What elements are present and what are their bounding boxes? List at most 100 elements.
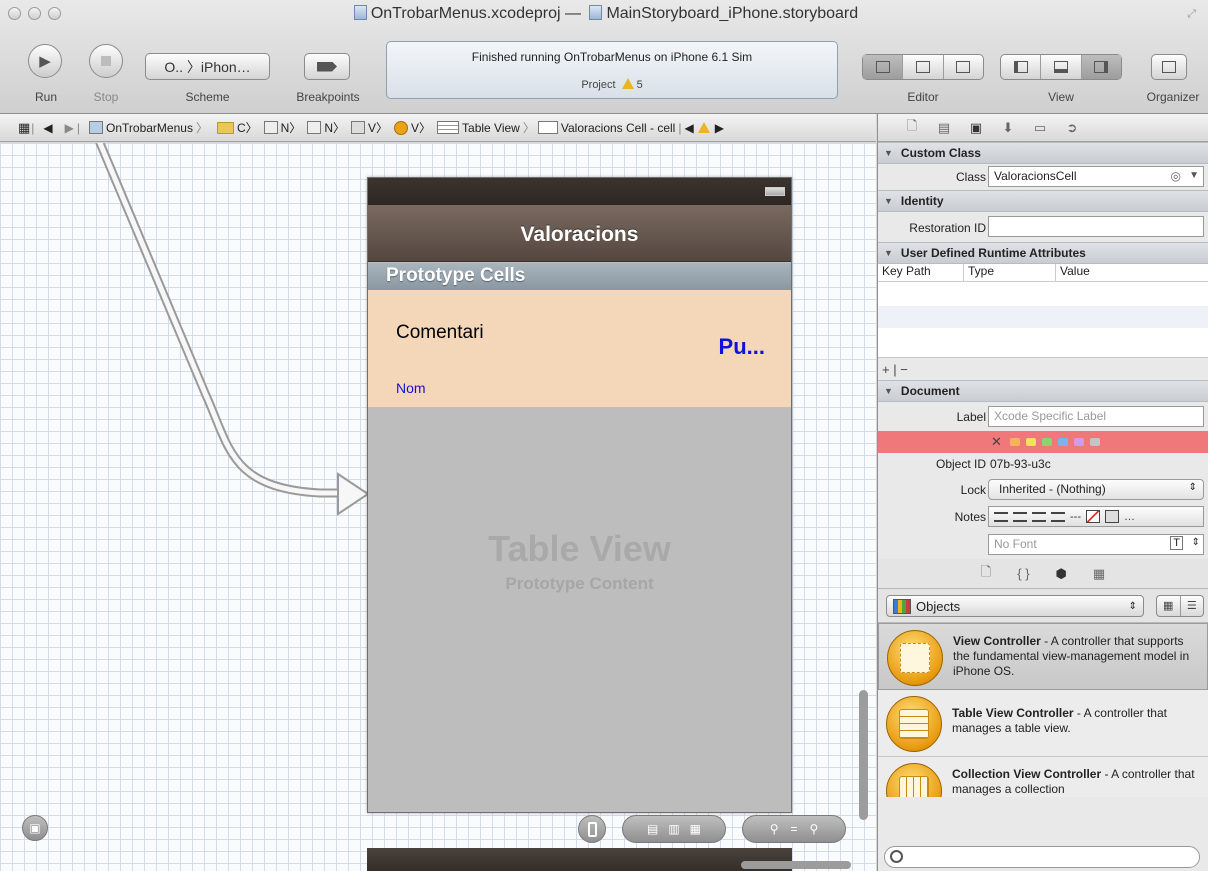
label-color-green[interactable] bbox=[1057, 438, 1068, 446]
library-item-view-controller[interactable]: View Controller - A controller that supp… bbox=[878, 623, 1208, 690]
text-color-icon[interactable] bbox=[1086, 510, 1100, 523]
back-arrow-icon[interactable]: ◀ bbox=[43, 121, 52, 135]
standard-editor-button[interactable] bbox=[863, 55, 904, 79]
align-center-icon[interactable] bbox=[1013, 511, 1027, 522]
table-view-controller-scene[interactable]: Valoracions Prototype Cells Comentari Pu… bbox=[367, 177, 792, 813]
connections-inspector-tab[interactable]: ➲ bbox=[1056, 120, 1088, 136]
lock-popup[interactable]: Inherited - (Nothing) ⇕ bbox=[988, 479, 1204, 500]
fullscreen-icon[interactable]: ⤢ bbox=[1187, 8, 1196, 21]
zoom-in-icon[interactable]: ⚲ bbox=[810, 822, 819, 836]
label-field[interactable]: Xcode Specific Label bbox=[988, 406, 1204, 427]
next-issue-icon[interactable]: ▶ bbox=[715, 121, 724, 135]
navigation-bar[interactable]: Valoracions bbox=[368, 205, 791, 262]
code-snippet-library-tab[interactable]: { } bbox=[1017, 566, 1029, 581]
breakpoints-button[interactable] bbox=[304, 53, 350, 80]
label-color-yellow[interactable] bbox=[1041, 438, 1052, 446]
attributes-inspector-tab[interactable]: ⬇ bbox=[992, 120, 1024, 136]
nom-label[interactable]: Nom bbox=[396, 380, 426, 396]
font-placeholder: No Font bbox=[994, 537, 1037, 551]
previous-issue-icon[interactable]: ◀ bbox=[684, 121, 693, 135]
class-combobox[interactable]: ValoracionsCell ◎ ▼ bbox=[988, 166, 1204, 187]
jumpbar-item-cell[interactable]: Valoracions Cell - cell bbox=[537, 121, 675, 135]
jumpbar-item-table-view[interactable]: Table View 〉 bbox=[437, 119, 538, 136]
font-field[interactable]: No Font T ⇕ bbox=[988, 534, 1204, 555]
issue-warning-icon[interactable] bbox=[697, 122, 710, 133]
jumpbar-item-storyboard[interactable]: N〉 bbox=[263, 119, 301, 136]
jumpbar-item-view-controller[interactable]: V〉 bbox=[394, 119, 431, 136]
zoom-actual-icon[interactable]: = bbox=[790, 822, 797, 836]
assistant-editor-button[interactable] bbox=[903, 55, 944, 79]
label-color-blue[interactable] bbox=[1073, 438, 1084, 446]
col-value[interactable]: Value bbox=[1056, 264, 1208, 281]
organizer-button[interactable] bbox=[1151, 54, 1187, 80]
storyboard-canvas[interactable]: Valoracions Prototype Cells Comentari Pu… bbox=[0, 143, 876, 871]
jumpbar-item-storyboard-2[interactable]: N〉 bbox=[307, 119, 345, 136]
nav-title[interactable]: Valoracions bbox=[521, 223, 639, 246]
scheme-selector[interactable]: O.. 〉iPhon… bbox=[145, 53, 270, 80]
canvas-vertical-scrollbar[interactable] bbox=[859, 690, 868, 820]
stop-button[interactable] bbox=[89, 44, 123, 78]
canvas-horizontal-scrollbar[interactable] bbox=[741, 861, 851, 869]
class-dropdown-icon[interactable]: ▼ bbox=[1189, 170, 1199, 181]
list-view-button[interactable]: ☰ bbox=[1181, 596, 1204, 616]
font-picker-icon[interactable]: T bbox=[1170, 536, 1183, 550]
user-defined-runtime-attributes-header[interactable]: ▼ User Defined Runtime Attributes bbox=[878, 242, 1208, 264]
line-spacing-icon[interactable]: --- bbox=[1070, 511, 1081, 523]
next-scene-top[interactable] bbox=[367, 848, 792, 871]
view-controller-icon bbox=[887, 630, 943, 686]
runtime-attributes-table[interactable]: Key Path Type Value bbox=[878, 264, 1208, 358]
run-button[interactable]: ▶ bbox=[28, 44, 62, 78]
align-right-icon[interactable] bbox=[1032, 511, 1046, 522]
forward-arrow-icon[interactable]: ▶ bbox=[65, 121, 74, 135]
project-issues[interactable]: Project 5 bbox=[387, 78, 837, 91]
no-color-icon[interactable]: ✕ bbox=[991, 434, 1002, 450]
comentari-label[interactable]: Comentari bbox=[396, 322, 484, 344]
more-options-icon[interactable]: … bbox=[1124, 511, 1135, 523]
zoom-out-icon[interactable]: ⚲ bbox=[770, 822, 779, 836]
toggle-utilities-button[interactable] bbox=[1081, 55, 1121, 79]
align-icon[interactable]: ▤ bbox=[647, 822, 658, 836]
library-search-field[interactable] bbox=[884, 846, 1200, 868]
document-outline-button[interactable]: ▣ bbox=[22, 815, 48, 841]
object-library-tab[interactable]: ⬢ bbox=[1056, 566, 1067, 582]
background-color-icon[interactable] bbox=[1105, 510, 1119, 523]
add-remove-attribute-controls[interactable]: + | − bbox=[878, 358, 1208, 380]
col-keypath[interactable]: Key Path bbox=[878, 264, 964, 281]
related-items-icon[interactable]: ▦ bbox=[18, 120, 30, 136]
toggle-debug-area-button[interactable] bbox=[1041, 55, 1082, 79]
library-item-collection-view-controller[interactable]: Collection View Controller - A controlle… bbox=[878, 757, 1208, 797]
file-template-library-tab[interactable]: 🗋 bbox=[981, 563, 991, 585]
label-color-purple[interactable] bbox=[1089, 438, 1100, 446]
quick-help-tab[interactable]: ▤ bbox=[928, 120, 960, 136]
icon-view-button[interactable]: ▦ bbox=[1157, 596, 1181, 616]
label-color-orange[interactable] bbox=[1025, 438, 1036, 446]
media-library-tab[interactable]: ▦ bbox=[1093, 566, 1105, 582]
library-view-mode: ▦ ☰ bbox=[1156, 595, 1204, 617]
font-stepper-icon[interactable]: ⇕ bbox=[1192, 537, 1200, 548]
size-inspector-tab[interactable]: ▭ bbox=[1024, 120, 1056, 136]
form-factor-button[interactable] bbox=[578, 815, 606, 843]
label-color-gray[interactable] bbox=[1106, 438, 1116, 446]
align-justify-icon[interactable] bbox=[1051, 511, 1065, 522]
prototype-cell[interactable]: Comentari Pu... Nom bbox=[368, 290, 791, 408]
version-editor-button[interactable] bbox=[944, 55, 983, 79]
document-header[interactable]: ▼ Document bbox=[878, 380, 1208, 402]
jumpbar-item-project[interactable]: OnTrobarMenus 〉 bbox=[89, 119, 211, 136]
identity-inspector-tab[interactable]: ▣ bbox=[960, 120, 992, 136]
pin-icon[interactable]: ▥ bbox=[668, 822, 679, 836]
identity-header[interactable]: ▼ Identity bbox=[878, 190, 1208, 212]
align-left-icon[interactable] bbox=[994, 511, 1008, 522]
jumpbar-item-folder[interactable]: C〉 bbox=[216, 119, 258, 136]
file-inspector-tab[interactable]: 🗋 bbox=[896, 117, 928, 139]
go-to-class-icon[interactable]: ◎ bbox=[1171, 169, 1181, 183]
library-filter-popup[interactable]: Objects ⇕ bbox=[886, 595, 1144, 617]
resolve-icon[interactable]: ▦ bbox=[690, 822, 701, 836]
col-type[interactable]: Type bbox=[964, 264, 1056, 281]
puntuacio-label[interactable]: Pu... bbox=[719, 334, 765, 360]
library-item-table-view-controller[interactable]: Table View Controller - A controller tha… bbox=[878, 690, 1208, 757]
toggle-navigator-button[interactable] bbox=[1001, 55, 1042, 79]
restoration-id-field[interactable] bbox=[988, 216, 1204, 237]
label-color-red[interactable] bbox=[1009, 438, 1020, 446]
custom-class-header[interactable]: ▼ Custom Class bbox=[878, 142, 1208, 164]
jumpbar-item-scene[interactable]: V〉 bbox=[350, 119, 388, 136]
